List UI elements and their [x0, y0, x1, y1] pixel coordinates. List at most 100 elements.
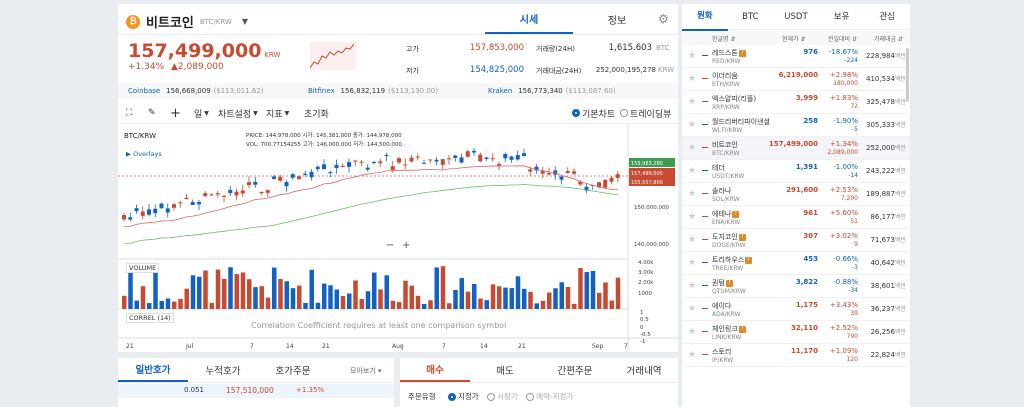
- market-row[interactable]: ★ 이더리움 ETH/KRW 6,219,000 +2.98% 180,000 …: [682, 68, 910, 91]
- interval-dropdown[interactable]: 일 ▼: [194, 104, 209, 122]
- market-row[interactable]: ★ 체인링크! LINK/KRW 32,110 +2.52% 790 26,25…: [682, 321, 910, 344]
- basic-chart-radio[interactable]: 기본차트: [572, 104, 615, 122]
- market-row[interactable]: ★ 월드리버티파이낸셜 WLFI/KRW 258 -1.90% -5 305,3…: [682, 114, 910, 137]
- candle-body: [515, 155, 520, 160]
- market-row[interactable]: ★ 에테나! ENA/KRW 961 +5.60% 51 86,177백만: [682, 206, 910, 229]
- tab-trade-history[interactable]: 거래내역: [610, 358, 678, 382]
- star-icon[interactable]: ★: [688, 143, 696, 153]
- limit-radio[interactable]: 지정가: [448, 392, 479, 401]
- tab-sell[interactable]: 매도: [470, 358, 540, 382]
- volume-bar: [297, 285, 302, 309]
- market-row[interactable]: ★ 퀀텀! QTUM/KRW 3,822 -0.88% -34 38,601백만: [682, 275, 910, 298]
- market-row[interactable]: ★ 스토리 IP/KRW 11,170 +1.09% 120 22,824백만: [682, 344, 910, 367]
- tab-quote[interactable]: 시세: [485, 4, 573, 34]
- tab-normal-quote[interactable]: 일반호가: [118, 358, 188, 382]
- col-change[interactable]: 전일대비 ⇵: [828, 34, 857, 43]
- coin-price: 307: [803, 232, 818, 240]
- volume-bar: [509, 288, 514, 309]
- coin-selector[interactable]: ₿ 비트코인 BTC/KRW ▼: [126, 12, 248, 31]
- star-icon[interactable]: ★: [688, 304, 696, 314]
- gear-icon[interactable]: ⚙: [658, 12, 669, 26]
- candle-body: [403, 164, 408, 166]
- star-icon[interactable]: ★: [688, 189, 696, 199]
- volume-bar: [165, 298, 171, 309]
- col-price[interactable]: 현재가 ⇵: [782, 34, 806, 43]
- tab-krw[interactable]: 원화: [682, 4, 728, 31]
- candle-body: [453, 155, 458, 158]
- divider: [118, 34, 678, 35]
- star-icon[interactable]: ★: [688, 258, 696, 268]
- market-row[interactable]: ★ 레드스톤! RED/KRW 976 -18.67% -224 228,984…: [682, 45, 910, 68]
- tab-usdt[interactable]: USDT: [773, 4, 819, 30]
- coin-price: 453: [803, 255, 818, 263]
- scrollbar[interactable]: [906, 48, 909, 102]
- caret-down-icon[interactable]: ▼: [242, 17, 248, 26]
- exchange-name: Bitfinex: [308, 87, 335, 95]
- tab-info[interactable]: 정보: [573, 4, 661, 34]
- star-icon[interactable]: ★: [688, 212, 696, 222]
- ask-price-cell[interactable]: 157,510,000 +1.35%: [208, 384, 394, 398]
- volume-bar: [334, 289, 339, 309]
- candle-body: [284, 182, 289, 187]
- trend-line-icon: [702, 354, 708, 355]
- star-icon[interactable]: ★: [688, 120, 696, 130]
- coin-name: 엑스알피(리플): [712, 95, 757, 103]
- coin-volume: 26,256백만: [870, 328, 906, 336]
- market-row[interactable]: ★ 솔라나 SOL/KRW 291,600 +2.53% 7,200 189,8…: [682, 183, 910, 206]
- star-icon[interactable]: ★: [688, 166, 696, 176]
- coin-price: 976: [803, 48, 818, 56]
- market-row[interactable]: ★ 에이다 ADA/KRW 1,175 +3.43% 39 36,237백만: [682, 298, 910, 321]
- reserve-radio[interactable]: 예약-지정가: [526, 392, 573, 401]
- reset-button[interactable]: 초기화: [304, 104, 329, 122]
- coin-price: 258: [803, 117, 818, 125]
- star-icon[interactable]: ★: [688, 97, 696, 107]
- star-icon[interactable]: ★: [688, 51, 696, 61]
- market-row[interactable]: ★ 비트코인 BTC/KRW 157,499,000 +1.34% 2,089,…: [682, 137, 910, 160]
- chart-settings-dropdown[interactable]: 차트설정 ▼: [218, 104, 258, 122]
- market-radio[interactable]: 시장가: [487, 392, 518, 401]
- col-name[interactable]: 한글명 ⇵: [712, 34, 736, 43]
- zoom-in-button[interactable]: +: [402, 240, 410, 251]
- market-row[interactable]: ★ 도지코인! DOGE/KRW 307 +3.02% 9 71,673백만: [682, 229, 910, 252]
- market-row[interactable]: ★ 트리하우스! TREE/KRW 453 -0.66% -3 40,642백만: [682, 252, 910, 275]
- zoom-out-button[interactable]: −: [386, 240, 394, 251]
- tab-favorites[interactable]: 관심: [864, 4, 910, 30]
- pencil-icon[interactable]: ✎: [148, 104, 156, 122]
- tab-holdings[interactable]: 보유: [819, 4, 865, 30]
- coin-name: 트리하우스!: [712, 255, 753, 265]
- interval-label: 일: [194, 109, 203, 120]
- volume-bar: [184, 288, 189, 309]
- star-icon[interactable]: ★: [688, 327, 696, 337]
- market-row[interactable]: ★ 테더 USDT/KRW 1,391 -1.00% -14 243,222백만: [682, 160, 910, 183]
- cross-cursor-icon[interactable]: +: [170, 104, 181, 122]
- star-icon[interactable]: ★: [688, 281, 696, 291]
- tab-buy[interactable]: 매수: [400, 358, 470, 382]
- tab-cumulative-quote[interactable]: 누적호가: [188, 358, 258, 382]
- market-row[interactable]: ★ 엑스알피(리플) XRP/KRW 3,999 +1.83% 72 325,4…: [682, 91, 910, 114]
- volume-bar: [615, 277, 621, 309]
- crosshair-tool-icon[interactable]: ⛶: [126, 104, 132, 122]
- volume-bar: [172, 301, 177, 309]
- star-icon[interactable]: ★: [688, 74, 696, 84]
- candle-body: [559, 176, 564, 180]
- tab-btc[interactable]: BTC: [728, 4, 774, 30]
- coin-price: 291,600: [786, 186, 818, 194]
- tab-simple-order[interactable]: 간편주문: [540, 358, 610, 382]
- price-chart[interactable]: 150,000,000140,000,0004.00k3.00k2.00k100…: [118, 124, 678, 352]
- tradingview-radio[interactable]: 트레이딩뷰: [620, 104, 671, 122]
- candle-body: [497, 163, 501, 166]
- star-icon[interactable]: ★: [688, 350, 696, 360]
- indicators-dropdown[interactable]: 지표 ▼: [266, 104, 289, 122]
- coin-price: 1,391: [795, 163, 818, 171]
- star-icon[interactable]: ★: [688, 235, 696, 245]
- trade-amount-value: 252,000,195,278: [595, 66, 656, 74]
- exchange-coinbase: Coinbase 156,668,009 ($113,011.62): [128, 86, 264, 96]
- col-volume[interactable]: 거래대금 ⇵: [874, 34, 903, 43]
- volume-bar: [453, 289, 458, 309]
- tab-quote-order[interactable]: 호가주문: [258, 358, 328, 382]
- coin-change-pct: -0.66%: [833, 255, 858, 263]
- candle-body: [159, 203, 164, 209]
- overlays-toggle[interactable]: ▶ Overlays: [126, 150, 162, 158]
- market-list-panel: 원화 BTC USDT 보유 관심 한글명 ⇵ 현재가 ⇵ 전일대비 ⇵ 거래대…: [682, 4, 910, 407]
- group-view-dropdown[interactable]: 모아보기 ▾: [350, 366, 382, 376]
